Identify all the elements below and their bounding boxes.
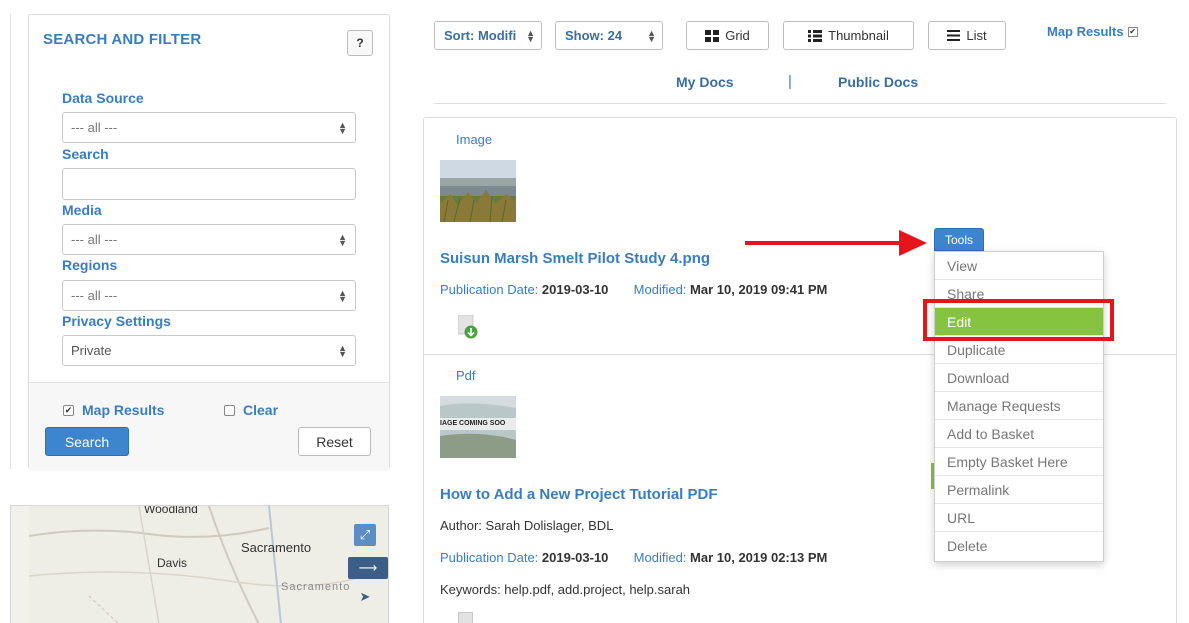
privacy-settings-label: Privacy Settings <box>62 313 171 329</box>
modified-date-value: Mar 10, 2019 09:41 PM <box>690 282 828 297</box>
modified-date-label: Modified: <box>633 550 687 565</box>
regions-label: Regions <box>62 257 118 273</box>
media-select[interactable]: --- all --- ▲ ▼ <box>62 224 356 255</box>
select-arrows-icon: ▲ ▼ <box>338 231 347 248</box>
result-thumbnail[interactable]: IAGE COMING SOO <box>440 396 516 458</box>
result-dates: Publication Date: 2019-03-10 Modified: M… <box>440 550 827 565</box>
tabs-underline <box>434 103 1166 104</box>
panel-title: SEARCH AND FILTER <box>43 31 202 48</box>
checkbox-checked-icon: ✔ <box>63 404 74 416</box>
tab-my-docs[interactable]: My Docs <box>676 74 734 90</box>
thumbnail-label: Thumbnail <box>828 28 889 43</box>
search-button[interactable]: Search <box>45 427 129 456</box>
list-view-button[interactable]: List <box>928 21 1006 50</box>
thumbnail-view-button[interactable]: Thumbnail <box>783 21 914 50</box>
publication-date-label: Publication Date: <box>440 550 539 565</box>
grid-view-button[interactable]: Grid <box>686 21 769 50</box>
publication-date-value: 2019-03-10 <box>541 282 609 297</box>
result-type-label: Pdf <box>456 368 476 383</box>
menu-item-empty-basket-here[interactable]: Empty Basket Here <box>935 448 1103 476</box>
annotation-arrow-head-icon <box>899 230 927 256</box>
cursor-icon[interactable]: ➤ <box>354 586 376 608</box>
tab-public-docs[interactable]: Public Docs <box>838 74 918 90</box>
arrow-right-icon[interactable]: ⟶ <box>348 557 388 579</box>
image-coming-soon-text: IAGE COMING SOO <box>440 420 506 427</box>
marsh-photo-image <box>440 160 516 222</box>
checkbox-checked-icon: ✔ <box>1127 26 1138 37</box>
result-dates: Publication Date: 2019-03-10 Modified: M… <box>440 282 827 297</box>
map-results-top-label: Map Results <box>1047 24 1124 39</box>
result-keywords: Keywords: help.pdf, add.project, help.sa… <box>440 582 691 597</box>
select-arrows-icon: ▲ ▼ <box>338 287 347 304</box>
select-arrows-icon: ▲ ▼ <box>338 119 347 136</box>
show-count-select[interactable]: Show: 24 ▲ ▼ <box>555 21 663 50</box>
map-label-sacramento-area: Sacramento <box>281 581 351 593</box>
grid-label: Grid <box>725 28 750 43</box>
list-icon <box>947 30 961 41</box>
map-label-woodland: Woodland <box>144 505 198 516</box>
search-input[interactable] <box>62 168 356 200</box>
media-label: Media <box>62 202 102 218</box>
sort-select[interactable]: Sort: Modifi ▲ ▼ <box>434 21 542 50</box>
result-type-label: Image <box>456 132 493 147</box>
reset-button[interactable]: Reset <box>298 427 371 456</box>
aerial-photo-image <box>440 396 516 458</box>
clear-checkbox[interactable]: Clear <box>224 402 278 418</box>
menu-item-permalink[interactable]: Permalink <box>935 476 1103 504</box>
regions-select[interactable]: --- all --- ▲ ▼ <box>62 280 356 311</box>
help-button[interactable]: ? <box>347 30 373 56</box>
search-filter-panel: SEARCH AND FILTER ? Data Source --- all … <box>28 14 390 469</box>
menu-item-download[interactable]: Download <box>935 364 1103 392</box>
left-column-border <box>10 14 11 469</box>
publication-date-value: 2019-03-10 <box>541 550 609 565</box>
menu-item-delete[interactable]: Delete <box>935 532 1103 560</box>
map-results-checkbox[interactable]: ✔ Map Results <box>63 402 164 418</box>
download-icon[interactable] <box>457 314 480 339</box>
clear-label: Clear <box>243 402 279 418</box>
publication-date-label: Publication Date: <box>440 282 539 297</box>
map-roads <box>29 506 388 623</box>
data-source-value: --- all --- <box>71 120 118 135</box>
annotation-highlight-box <box>923 299 1114 341</box>
map-label-davis: Davis <box>157 556 188 570</box>
search-label: Search <box>62 146 109 162</box>
annotation-arrow-shaft <box>745 241 910 245</box>
tools-menu: View Share Edit Duplicate Download Manag… <box>934 251 1104 562</box>
privacy-settings-value: Private <box>71 343 112 358</box>
tools-button[interactable]: Tools <box>934 228 984 251</box>
grid-icon <box>705 29 720 42</box>
menu-item-view[interactable]: View <box>935 252 1103 280</box>
result-thumbnail[interactable] <box>440 160 516 222</box>
panel-footer <box>29 383 389 469</box>
privacy-settings-select[interactable]: Private ▲ ▼ <box>62 335 356 366</box>
checkbox-unchecked-icon <box>224 404 235 416</box>
show-count-value: Show: 24 <box>565 28 623 43</box>
data-source-select[interactable]: --- all --- ▲ ▼ <box>62 112 356 143</box>
map-results-label: Map Results <box>82 402 165 418</box>
modified-date-label: Modified: <box>633 282 687 297</box>
menu-item-manage-requests[interactable]: Manage Requests <box>935 392 1103 420</box>
map-label-sacramento: Sacramento <box>241 540 312 555</box>
regions-value: --- all --- <box>71 288 118 303</box>
map-canvas[interactable]: Woodland Sacramento Davis Sacramento <box>29 505 388 623</box>
sort-value: Sort: Modifi <box>444 28 517 43</box>
result-title[interactable]: How to Add a New Project Tutorial PDF <box>440 486 718 503</box>
result-title[interactable]: Suisun Marsh Smelt Pilot Study 4.png <box>440 250 710 267</box>
result-author: Author: Sarah Dolislager, BDL <box>440 518 614 533</box>
download-icon[interactable] <box>458 612 473 623</box>
select-arrows-icon: ▲ ▼ <box>647 27 656 44</box>
media-value: --- all --- <box>71 232 118 247</box>
select-arrows-icon: ▲ ▼ <box>526 27 535 44</box>
menu-item-url[interactable]: URL <box>935 504 1103 532</box>
data-source-label: Data Source <box>62 90 144 106</box>
thumbnail-list-icon <box>808 29 823 42</box>
expand-icon[interactable]: ⤢ <box>354 524 376 546</box>
list-label: List <box>966 28 987 43</box>
menu-item-add-to-basket[interactable]: Add to Basket <box>935 420 1103 448</box>
map-panel[interactable]: Woodland Sacramento Davis Sacramento ⤢ ⟶… <box>10 505 389 623</box>
modified-date-value: Mar 10, 2019 02:13 PM <box>690 550 828 565</box>
map-results-toggle[interactable]: Map Results ✔ <box>1047 24 1138 39</box>
select-arrows-icon: ▲ ▼ <box>338 342 347 359</box>
tab-separator: | <box>788 73 792 90</box>
